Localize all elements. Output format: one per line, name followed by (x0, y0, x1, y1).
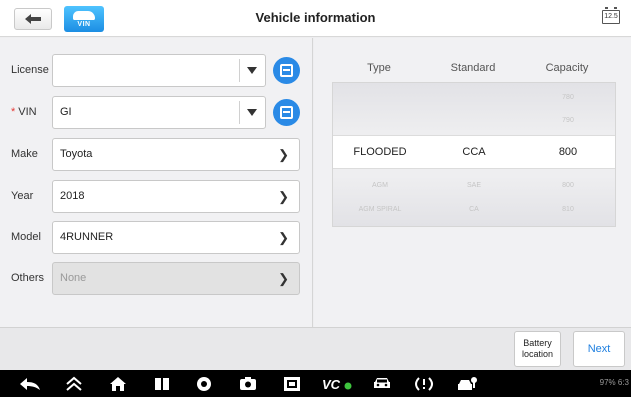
picker-row[interactable]: AGM SAE 800 (333, 175, 615, 197)
picker-capacity: 790 (562, 117, 574, 124)
status-indicator: 97% 6:3 (600, 378, 629, 387)
selected-standard: CCA (462, 146, 486, 158)
year-label: Year (11, 190, 34, 202)
year-row: Year 2018 ❯ (0, 180, 313, 213)
model-value: 4RUNNER (60, 231, 114, 243)
nav-up-icon[interactable] (62, 375, 86, 392)
selected-type: FLOODED (353, 146, 407, 158)
battery-spec-panel: Type Standard Capacity 780 790 FLOODED C… (314, 38, 631, 327)
picker-capacity: 780 (562, 94, 574, 101)
vin-row: * VIN GI (0, 96, 313, 129)
model-field[interactable]: 4RUNNER ❯ (52, 221, 300, 254)
others-value: None (60, 272, 87, 284)
others-field[interactable]: None ❯ (52, 262, 300, 295)
license-dropdown[interactable] (52, 54, 266, 87)
status-text: 97% 6:3 (599, 378, 629, 387)
make-field[interactable]: Toyota ❯ (52, 138, 300, 171)
picker-type: AGM (372, 182, 388, 189)
selected-capacity: 800 (558, 146, 578, 158)
column-standard-header: Standard (450, 62, 496, 74)
picker-row[interactable]: AGM SPIRAL CA 810 (333, 199, 615, 221)
make-label: Make (11, 148, 38, 160)
picker-capacity: 810 (562, 206, 574, 213)
vin-scan-icon-button[interactable] (273, 99, 300, 126)
chevron-right-icon: ❯ (278, 147, 289, 162)
android-nav-bar: VC 97% 6:3 (0, 370, 631, 397)
model-row: Model 4RUNNER ❯ (0, 221, 313, 254)
picker-header: Type Standard Capacity (332, 62, 616, 76)
vin-label-wrap: * VIN (11, 106, 37, 118)
screenshot-icon[interactable] (280, 375, 304, 392)
title-bar: VIN Vehicle information 12.5 (0, 0, 631, 37)
tpms-icon[interactable] (412, 375, 436, 392)
dropdown-divider (239, 101, 240, 124)
dropdown-divider (239, 59, 240, 82)
battery-location-label-2: location (521, 349, 554, 359)
dropdown-arrow-icon[interactable] (247, 67, 257, 74)
license-row: License (0, 54, 313, 87)
car-icon[interactable] (370, 375, 394, 392)
license-label: License (11, 64, 49, 76)
svg-text:VC: VC (322, 377, 341, 391)
year-value: 2018 (60, 190, 85, 202)
make-row: Make Toyota ❯ (0, 138, 313, 171)
chevron-right-icon: ❯ (278, 230, 289, 245)
vin-label: VIN (18, 106, 37, 118)
year-field[interactable]: 2018 ❯ (52, 180, 300, 213)
nav-back-icon[interactable] (18, 375, 42, 392)
picker-row[interactable]: 790 (333, 110, 615, 132)
picker-standard: CA (469, 206, 479, 213)
picker-type: AGM SPIRAL (358, 206, 402, 213)
battery-location-button[interactable]: Battery location (514, 331, 561, 367)
battery-picker-wheel[interactable]: 780 790 FLOODED CCA 800 AGM SAE 800 AGM … (332, 82, 616, 227)
make-value: Toyota (60, 148, 93, 160)
nav-home-icon[interactable] (106, 375, 130, 392)
battery-status-icon: 12.5 (602, 7, 620, 24)
chrome-icon[interactable] (192, 375, 216, 392)
others-label: Others (11, 272, 45, 284)
next-button[interactable]: Next (573, 331, 625, 367)
model-label: Model (11, 231, 41, 243)
vin-dropdown[interactable]: GI (52, 96, 266, 129)
vin-value: GI (60, 106, 72, 118)
picker-standard: SAE (466, 182, 481, 189)
page-title: Vehicle information (255, 10, 376, 25)
vci-icon[interactable]: VC (322, 375, 352, 392)
scan-icon (280, 64, 293, 77)
chevron-right-icon: ❯ (278, 189, 289, 204)
battery-location-label-1: Battery (523, 338, 552, 348)
picker-row[interactable]: 780 (333, 87, 615, 109)
picker-selected-row[interactable]: FLOODED CCA 800 (333, 135, 615, 169)
column-capacity-header: Capacity (545, 62, 589, 74)
column-type-header: Type (367, 62, 391, 74)
scan-icon (280, 106, 293, 119)
dropdown-arrow-icon[interactable] (247, 109, 257, 116)
nav-recent-icon[interactable] (150, 375, 174, 392)
vehicle-form: License *VIN GI Make Toyota ❯ Year 2018 (0, 38, 313, 327)
chevron-right-icon: ❯ (278, 271, 289, 286)
car-wrench-icon[interactable] (456, 375, 480, 392)
license-scan-button[interactable] (273, 57, 300, 84)
picker-capacity: 800 (562, 182, 574, 189)
others-row: Others None ❯ (0, 262, 313, 295)
required-mark: * (11, 106, 16, 118)
camera-icon[interactable] (236, 375, 260, 392)
action-bar: Battery location Next (0, 327, 631, 370)
